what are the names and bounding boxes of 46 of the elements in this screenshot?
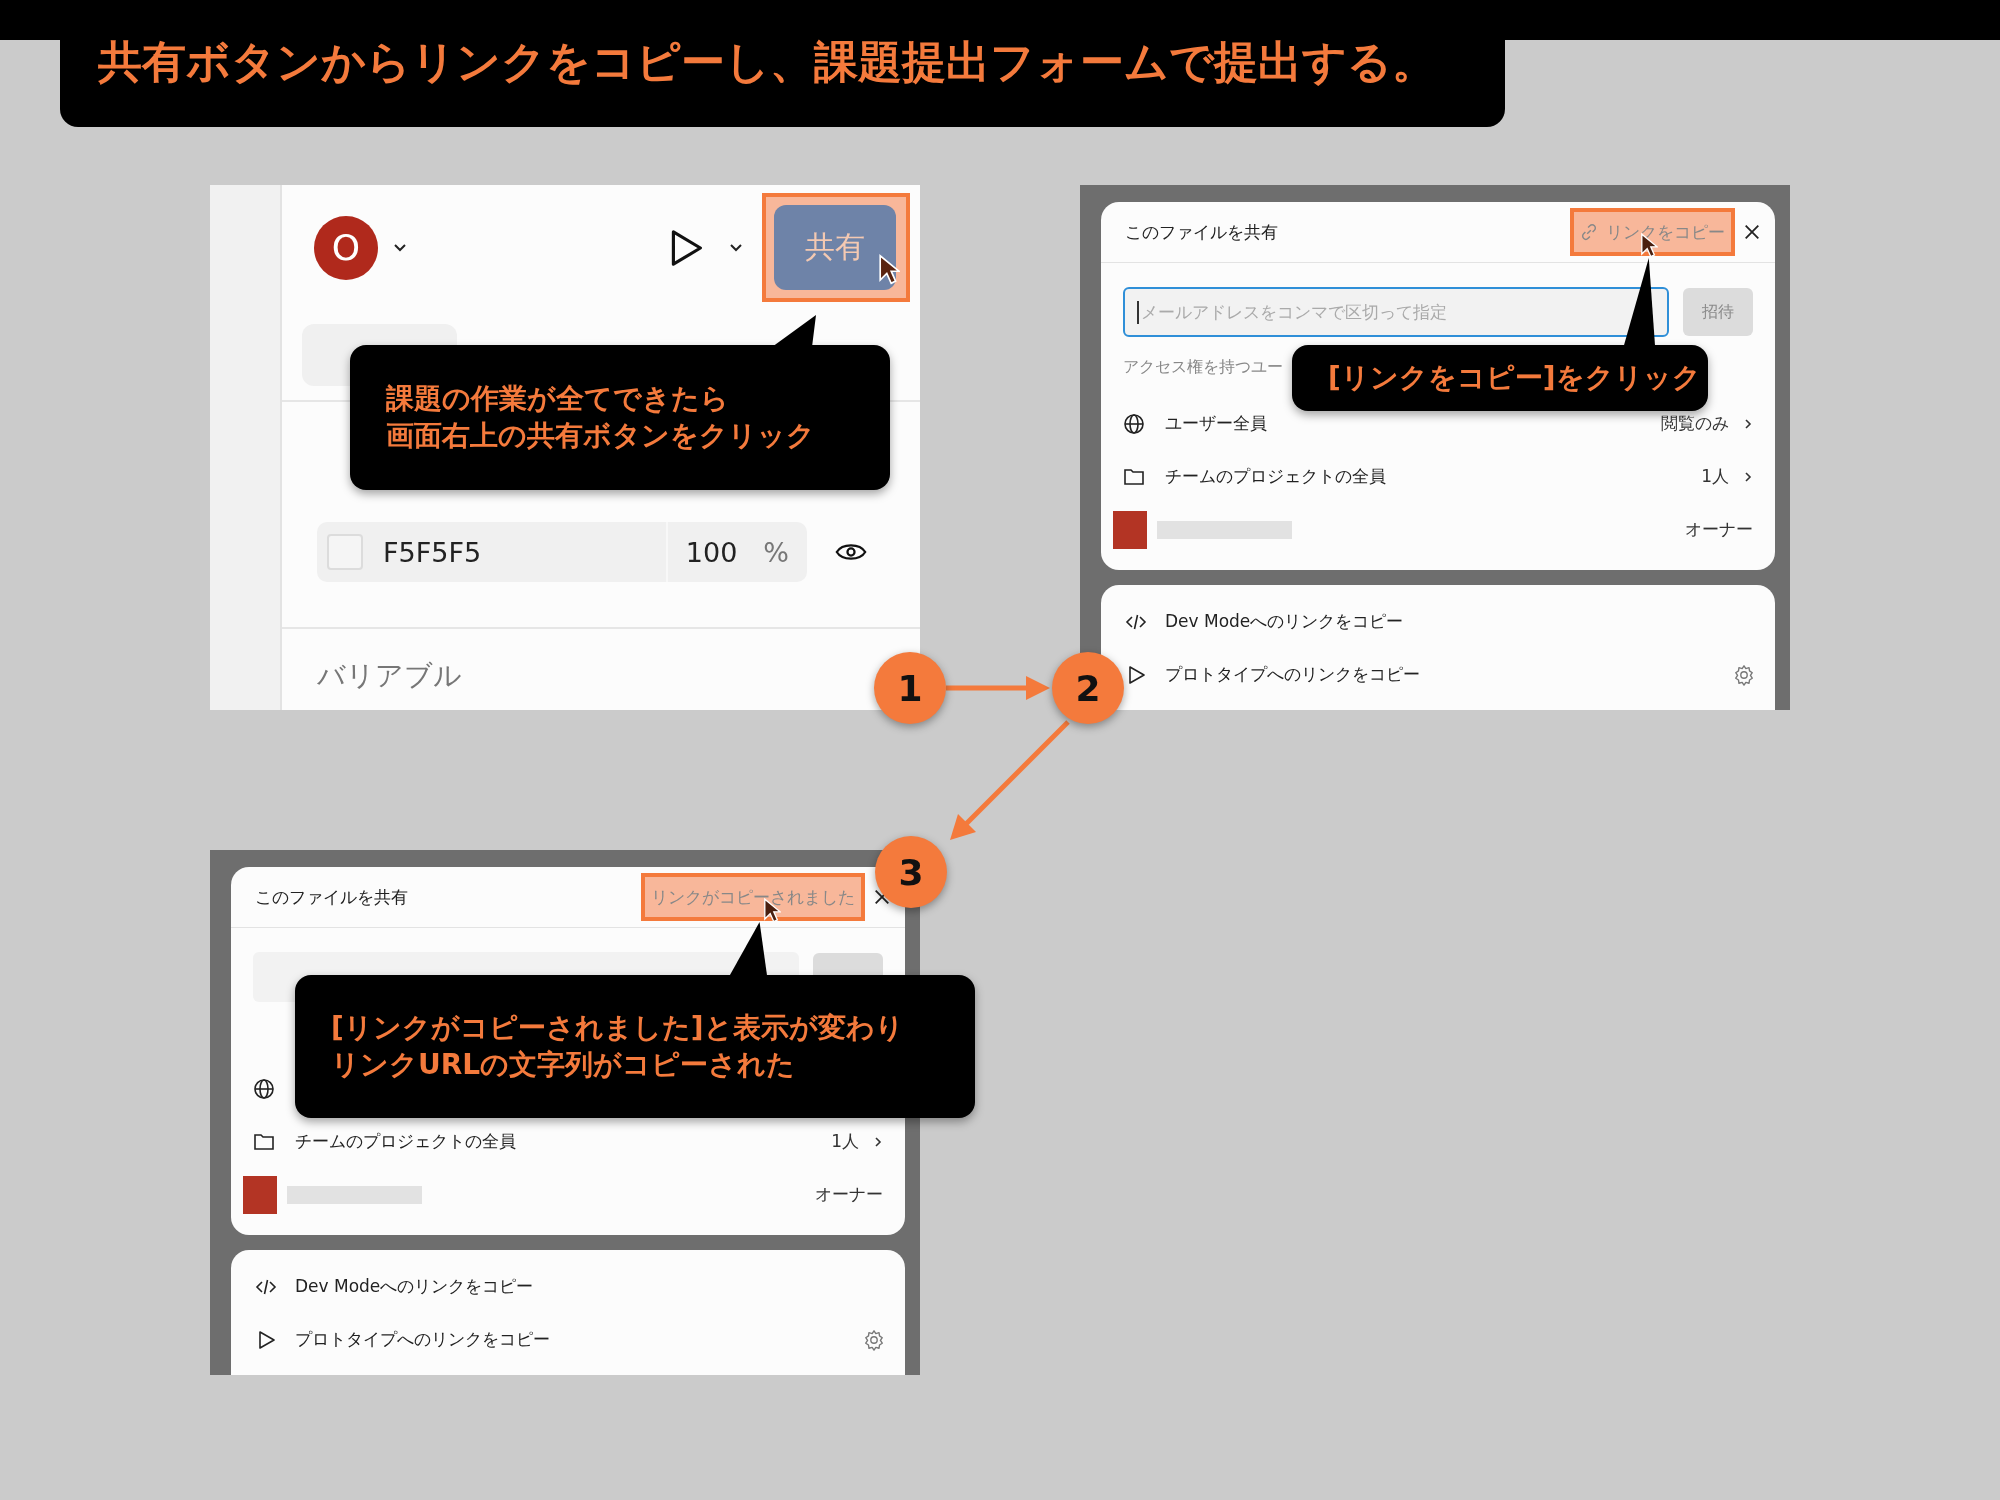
globe-icon — [253, 1077, 275, 1100]
avatar-placeholder — [1113, 510, 1147, 549]
member-role[interactable]: 1人 — [1701, 465, 1729, 488]
copy-link-option[interactable]: Dev Modeへのリンクをコピー — [295, 1275, 534, 1298]
close-icon[interactable] — [873, 888, 891, 906]
hex-value: F5F5F5 — [383, 536, 482, 568]
color-field[interactable]: F5F5F5 100 % — [317, 522, 807, 582]
step-badge: 3 — [875, 836, 947, 908]
close-icon[interactable] — [1743, 223, 1761, 241]
copy-link-option[interactable]: プロトタイプへのリンクをコピー — [1165, 663, 1420, 686]
settings-icon[interactable] — [863, 1328, 885, 1351]
link-copied-status: リンクがコピーされました — [651, 885, 855, 909]
avatar-placeholder — [243, 1175, 277, 1214]
section-heading: アクセス権を持つユー — [1123, 356, 1283, 378]
callout-text: 課題の作業が全てできたら 画面右上の共有ボタンをクリック — [386, 381, 815, 454]
dialog-title: このファイルを共有 — [1125, 220, 1278, 244]
callout-text: [リンクがコピーされました]と表示が変わり リンクURLの文字列がコピーされた — [331, 1010, 904, 1083]
eye-icon[interactable] — [835, 541, 867, 563]
member-role[interactable]: オーナー — [815, 1183, 883, 1206]
step-badge: 1 — [874, 652, 946, 724]
settings-icon[interactable] — [1733, 663, 1755, 686]
chevron-right-icon[interactable] — [1743, 469, 1753, 484]
member-name: ユーザー全員 — [1165, 412, 1267, 435]
chevron-down-icon[interactable] — [728, 242, 744, 253]
member-name: チームのプロジェクトの全員 — [1165, 465, 1386, 488]
callout-text: [リンクをコピー]をクリック — [1328, 359, 1701, 396]
cursor-icon — [878, 253, 900, 285]
chevron-right-icon[interactable] — [873, 1134, 883, 1149]
percent-sign: % — [763, 536, 789, 568]
member-role[interactable]: 1人 — [831, 1130, 859, 1153]
dialog-title: このファイルを共有 — [255, 885, 408, 909]
link-icon — [1580, 223, 1598, 241]
copy-link-option[interactable]: Dev Modeへのリンクをコピー — [1165, 610, 1404, 633]
page-title: 共有ボタンからリンクをコピーし、課題提出フォームで提出する。 — [98, 35, 1436, 89]
chevron-down-icon[interactable] — [392, 242, 408, 253]
avatar[interactable]: O — [314, 215, 378, 280]
globe-icon — [1123, 412, 1145, 435]
color-swatch — [327, 534, 363, 570]
member-role[interactable]: オーナー — [1685, 518, 1753, 541]
step-badge: 2 — [1052, 652, 1124, 724]
member-role[interactable]: 閲覧のみ — [1661, 412, 1729, 435]
section-label: バリアブル — [317, 658, 462, 694]
member-name: チームのプロジェクトの全員 — [295, 1130, 516, 1153]
chevron-right-icon[interactable] — [1743, 416, 1753, 431]
opacity-value: 100 — [685, 536, 738, 568]
copy-link-option[interactable]: プロトタイプへのリンクをコピー — [295, 1328, 550, 1351]
